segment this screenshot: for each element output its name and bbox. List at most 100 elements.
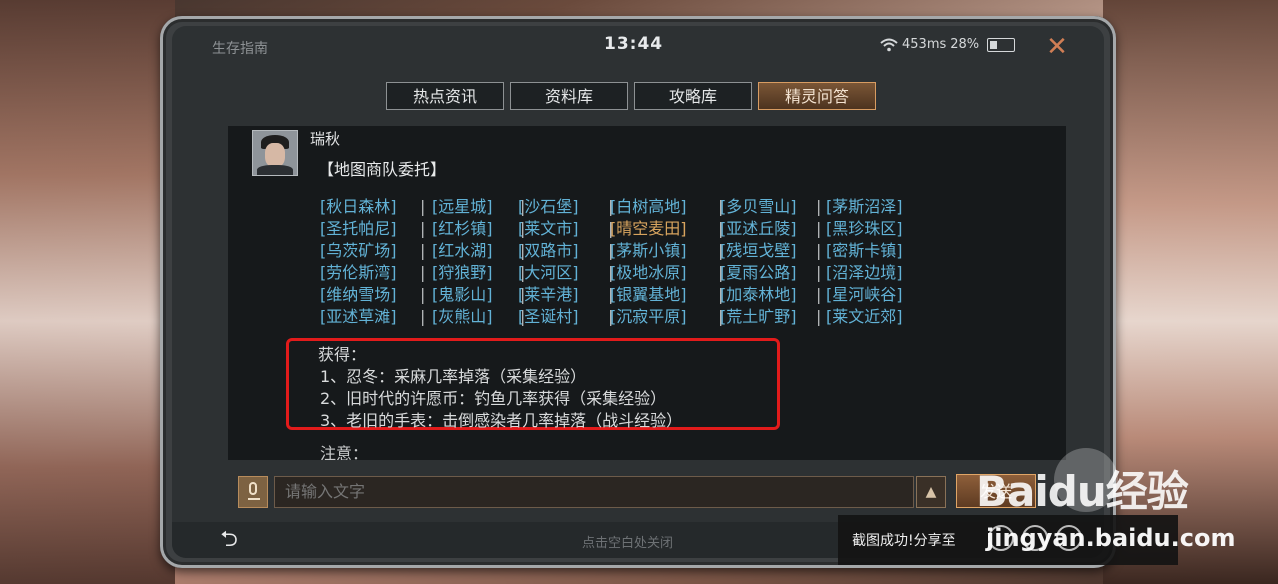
separator: | (608, 219, 614, 238)
location-link[interactable]: [极地冰原] (610, 262, 687, 284)
screen: 生存指南 13:44 453ms 28% ✕ 热点资讯 资料库 攻略库 精灵问答 (172, 26, 1104, 558)
app-title: 生存指南 (212, 41, 268, 57)
reward-item: 1、忍冬：采麻几率掉落（采集经验） (320, 367, 587, 386)
location-link[interactable]: [狩狼野] (432, 262, 493, 284)
location-link[interactable]: [鬼影山] (432, 284, 493, 306)
tab-spirit-qa[interactable]: 精灵问答 (758, 82, 876, 110)
location-row: [劳伦斯湾] [狩狼野] [大河区] [极地冰原] [夏雨公路] [沼泽边境] (320, 262, 940, 284)
location-link[interactable]: [莱辛港] (518, 284, 579, 306)
separator: | (608, 285, 614, 304)
location-link[interactable]: [亚述草滩] (320, 306, 397, 328)
voice-button[interactable] (238, 476, 268, 508)
rewards-block: 获得： 1、忍冬：采麻几率掉落（采集经验） 2、旧时代的许愿币：钓鱼几率获得（采… (318, 344, 682, 432)
location-link[interactable]: [红杉镇] (432, 218, 493, 240)
location-link[interactable]: [白树高地] (610, 196, 687, 218)
background-left (0, 0, 175, 584)
location-grid: [秋日森林] [远星城] [沙石堡] [白树高地] [多贝雪山] [茅斯沼泽] [圣托帕尼]… (320, 196, 940, 328)
location-row: [圣托帕尼] [红杉镇] [莱文市] [晴空麦田] [亚述丘陵] [黑珍珠区] (320, 218, 940, 240)
separator: | (718, 285, 724, 304)
watermark-url: jingyan.baidu.com (986, 524, 1236, 552)
separator: | (608, 241, 614, 260)
close-icon[interactable]: ✕ (1042, 32, 1072, 62)
location-link[interactable]: [夏雨公路] (720, 262, 797, 284)
location-link[interactable]: [灰熊山] (432, 306, 493, 328)
tab-strategy[interactable]: 攻略库 (634, 82, 752, 110)
clock: 13:44 (604, 34, 664, 54)
location-link[interactable]: [秋日森林] (320, 196, 397, 218)
rewards-heading: 获得： (318, 345, 367, 364)
separator: | (816, 263, 822, 282)
separator: | (520, 263, 526, 282)
separator: | (718, 241, 724, 260)
separator: | (816, 219, 822, 238)
location-link[interactable]: [沙石堡] (518, 196, 579, 218)
watermark-brand: Baidu经验 (976, 467, 1189, 516)
avatar-face (265, 143, 285, 167)
location-link[interactable]: [红水湖] (432, 240, 493, 262)
back-icon[interactable]: ⮌ (216, 528, 242, 552)
tab-database[interactable]: 资料库 (510, 82, 628, 110)
separator: | (520, 197, 526, 216)
tab-bar: 热点资讯 资料库 攻略库 精灵问答 (386, 82, 876, 110)
location-link[interactable]: [圣托帕尼] (320, 218, 397, 240)
reward-item: 2、旧时代的许愿币：钓鱼几率获得（采集经验） (320, 389, 667, 408)
location-link[interactable]: [劳伦斯湾] (320, 262, 397, 284)
separator: | (420, 197, 426, 216)
separator: | (816, 241, 822, 260)
status-area: 453ms 28% (880, 37, 1016, 52)
ping-value: 453ms (902, 37, 947, 52)
location-link[interactable]: [双路市] (518, 240, 579, 262)
location-row: [维纳雪场] [鬼影山] [莱辛港] [银翼基地] [加泰林地] [星河峡谷] (320, 284, 940, 306)
reward-item: 3、老旧的手表：击倒感染者几率掉落（战斗经验） (320, 411, 683, 430)
expand-icon[interactable]: ▲ (916, 476, 946, 508)
location-row: [秋日森林] [远星城] [沙石堡] [白树高地] [多贝雪山] [茅斯沼泽] (320, 196, 940, 218)
separator: | (420, 285, 426, 304)
close-hint: 点击空白处关闭 (582, 536, 674, 551)
location-link[interactable]: [晴空麦田] (610, 218, 687, 240)
tab-hot-news[interactable]: 热点资讯 (386, 82, 504, 110)
location-row: [亚述草滩] [灰熊山] [圣诞村] [沉寂平原] [荒土旷野] [莱文近郊] (320, 306, 940, 328)
device-frame: 生存指南 13:44 453ms 28% ✕ 热点资讯 资料库 攻略库 精灵问答 (160, 16, 1116, 568)
location-link[interactable]: [银翼基地] (610, 284, 687, 306)
separator: | (718, 307, 724, 326)
toast-text: 截图成功!分享至 (852, 533, 956, 549)
message-title: 【地图商队委托】 (318, 160, 447, 179)
location-link[interactable]: [残垣戈壁] (720, 240, 797, 262)
location-link[interactable]: [维纳雪场] (320, 284, 397, 306)
avatar-body (257, 165, 293, 175)
sender-name: 瑞秋 (310, 130, 341, 148)
separator: | (520, 307, 526, 326)
location-link[interactable]: [加泰林地] (720, 284, 797, 306)
battery-icon (987, 37, 1016, 52)
location-link[interactable]: [莱文市] (518, 218, 579, 240)
location-link[interactable]: [黑珍珠区] (826, 218, 903, 240)
location-link[interactable]: [乌茨矿场] (320, 240, 397, 262)
separator: | (608, 197, 614, 216)
separator: | (718, 197, 724, 216)
separator: | (520, 241, 526, 260)
location-link[interactable]: [星河峡谷] (826, 284, 903, 306)
separator: | (816, 285, 822, 304)
separator: | (816, 197, 822, 216)
location-link[interactable]: [茅斯沼泽] (826, 196, 903, 218)
location-link[interactable]: [荒土旷野] (720, 306, 797, 328)
location-link[interactable]: [沉寂平原] (610, 306, 687, 328)
separator: | (718, 219, 724, 238)
avatar (252, 130, 298, 176)
location-link[interactable]: [多贝雪山] (720, 196, 797, 218)
location-link[interactable]: [圣诞村] (518, 306, 579, 328)
location-link[interactable]: [茅斯小镇] (610, 240, 687, 262)
location-link[interactable]: [莱文近郊] (826, 306, 903, 328)
location-link[interactable]: [亚述丘陵] (720, 218, 797, 240)
separator: | (718, 263, 724, 282)
location-link[interactable]: [沼泽边境] (826, 262, 903, 284)
separator: | (608, 307, 614, 326)
message-input[interactable] (274, 476, 914, 508)
chat-panel[interactable]: 瑞秋 【地图商队委托】 [秋日森林] [远星城] [沙石堡] [白树高地] [多贝雪山]… (228, 126, 1066, 460)
location-link[interactable]: [大河区] (518, 262, 579, 284)
input-bar: ▲ 发送 (228, 468, 1066, 514)
location-link[interactable]: [密斯卡镇] (826, 240, 903, 262)
separator: | (420, 307, 426, 326)
location-link[interactable]: [远星城] (432, 196, 493, 218)
separator: | (520, 285, 526, 304)
